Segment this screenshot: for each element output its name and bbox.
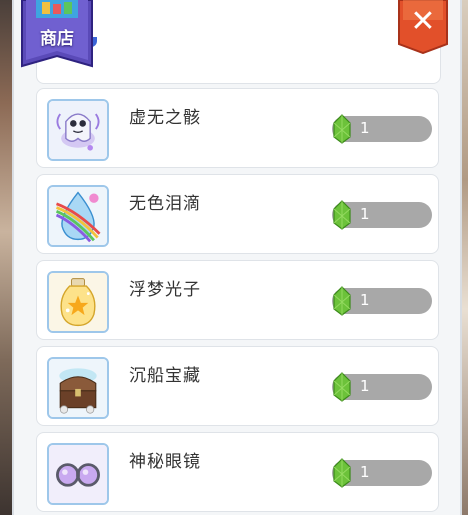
close-button[interactable]: ✕ [398,0,448,55]
ghost-icon [47,99,109,161]
list-item[interactable]: 虚无之骸 1 [36,88,439,168]
list-item[interactable]: 沉船宝藏 1 [36,346,439,426]
price-value: 1 [360,463,370,481]
green-crystal-icon [333,200,351,230]
item-list[interactable]: 虚无之骸 1 无色泪滴 1 浮梦光子 1 沉船宝藏 1 神秘眼镜 1 [36,0,452,515]
price-value: 1 [360,291,370,309]
list-item[interactable]: 浮梦光子 1 [36,260,439,340]
price-value: 1 [360,119,370,137]
buy-button[interactable]: 1 [332,114,432,144]
green-crystal-icon [333,114,351,144]
item-name: 神秘眼镜 [129,452,201,472]
buy-button[interactable]: 1 [332,200,432,230]
list-item-partial[interactable] [36,0,441,84]
goggles-icon [47,443,109,505]
buy-button[interactable]: 1 [332,372,432,402]
green-crystal-icon [333,458,351,488]
buy-button[interactable]: 1 [332,458,432,488]
item-name: 虚无之骸 [129,108,201,128]
price-value: 1 [360,377,370,395]
item-name: 无色泪滴 [129,194,201,214]
shop-panel: 虚无之骸 1 无色泪滴 1 浮梦光子 1 沉船宝藏 1 神秘眼镜 1 [12,0,462,515]
price-value: 1 [360,205,370,223]
item-name: 沉船宝藏 [129,366,201,386]
rainbow-teardrop-icon [47,185,109,247]
treasure-chest-icon [47,357,109,419]
list-item[interactable]: 神秘眼镜 1 [36,432,439,512]
shop-tab: 商店 [20,0,94,72]
close-icon: ✕ [410,4,436,39]
shop-title: 商店 [40,29,74,49]
star-jar-icon [47,271,109,333]
buy-button[interactable]: 1 [332,286,432,316]
green-crystal-icon [333,372,351,402]
item-name: 浮梦光子 [129,280,201,300]
list-item[interactable]: 无色泪滴 1 [36,174,439,254]
green-crystal-icon [333,286,351,316]
